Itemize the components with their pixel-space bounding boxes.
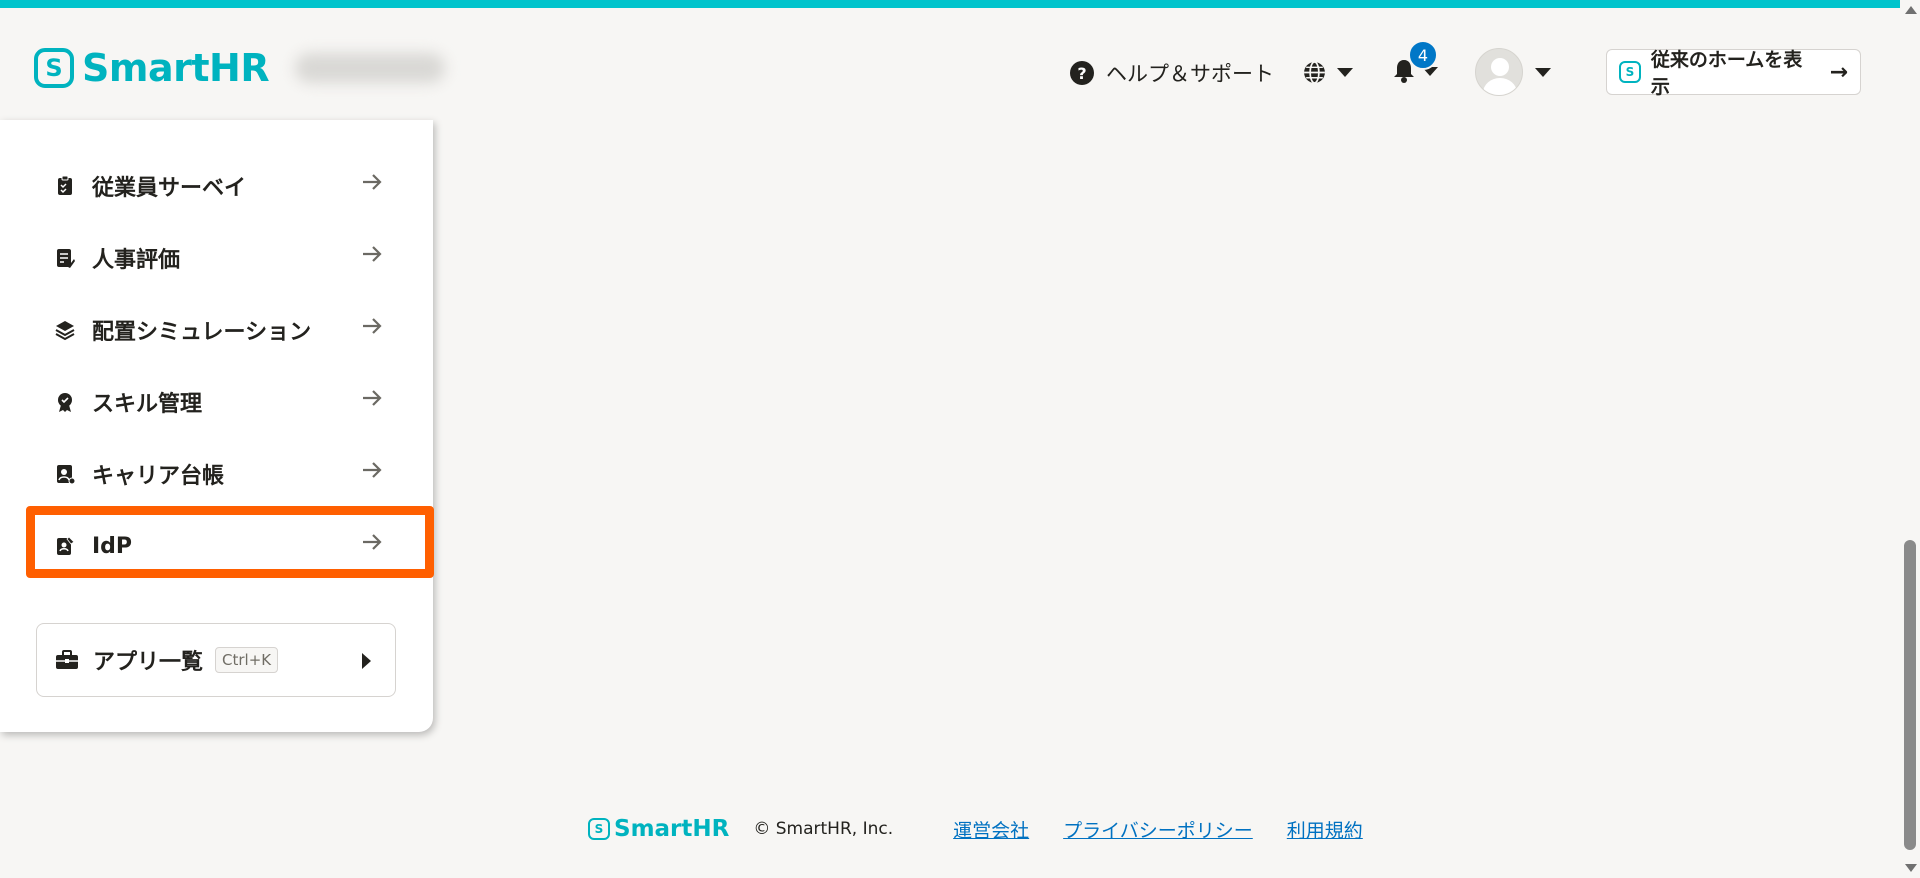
legacy-home-button[interactable]: S 従来のホームを表示 → <box>1606 49 1861 98</box>
legacy-home-label: 従来のホームを表示 <box>1650 49 1803 98</box>
survey-icon <box>58 175 72 195</box>
scrollbar-thumb[interactable] <box>1904 540 1916 850</box>
page-footer: S SmartHR © SmartHR, Inc. 運営会社 プライバシーポリシ… <box>588 814 1363 844</box>
arrow-right-icon <box>363 318 382 334</box>
top-accent-bar <box>0 0 1920 8</box>
footer-link-company[interactable]: 運営会社 <box>953 816 1029 843</box>
smarthr-logo-mark-icon: S <box>34 48 74 88</box>
footer-link-terms[interactable]: 利用規約 <box>1287 816 1363 843</box>
arrow-right-icon <box>363 462 382 478</box>
footer-links: 運営会社 プライバシーポリシー 利用規約 <box>953 816 1363 843</box>
menu-item-career-ledger[interactable]: キャリア台帳 <box>24 438 424 510</box>
language-menu-button[interactable] <box>1302 60 1353 85</box>
vertical-scrollbar[interactable] <box>1900 0 1920 878</box>
footer-logo: S SmartHR <box>588 816 729 842</box>
menu-item-employee-survey[interactable]: 従業員サーベイ <box>24 150 424 222</box>
scroll-down-arrow-icon[interactable] <box>1905 864 1917 872</box>
global-header: S SmartHR ? ヘルプ＆サポート 4 S 従来のホームを表示 → <box>0 8 1900 120</box>
footer-logo-text: SmartHR <box>614 816 730 842</box>
scroll-up-arrow-icon[interactable] <box>1905 6 1917 14</box>
skill-icon <box>58 393 72 412</box>
user-menu-button[interactable] <box>1475 48 1551 96</box>
question-circle-icon: ? <box>1070 61 1094 85</box>
smarthr-mini-logo-icon: S <box>588 818 610 840</box>
evaluation-icon <box>57 249 75 268</box>
menu-item-label: 人事評価 <box>92 248 181 273</box>
arrow-right-icon <box>363 174 382 190</box>
menu-item-skill-management[interactable]: スキル管理 <box>24 366 424 438</box>
toolbox-icon <box>56 650 78 669</box>
app-launcher-panel: 従業員サーベイ 人事評価 配置シミュレーション スキル管理 キャリア台帳 IdP… <box>0 120 434 732</box>
placement-icon <box>55 321 75 341</box>
arrow-right-icon <box>363 246 382 262</box>
caret-right-icon <box>362 653 371 669</box>
smarthr-logo[interactable]: S SmartHR <box>34 46 446 90</box>
chevron-down-icon <box>1337 68 1353 77</box>
arrow-right-icon: → <box>1829 59 1848 85</box>
chevron-down-icon <box>1535 67 1551 77</box>
globe-icon <box>1304 61 1325 84</box>
menu-item-hr-evaluation[interactable]: 人事評価 <box>24 222 424 294</box>
app-list-label: アプリ一覧 <box>93 650 204 675</box>
footer-link-privacy-policy[interactable]: プライバシーポリシー <box>1063 816 1253 843</box>
smarthr-mini-logo-icon: S <box>1619 61 1641 83</box>
career-icon <box>57 465 76 485</box>
keyboard-shortcut-badge: Ctrl+K <box>215 647 279 673</box>
notification-count-badge: 4 <box>1408 40 1438 70</box>
help-support-link[interactable]: ? ヘルプ＆サポート <box>1070 58 1274 88</box>
highlight-box <box>26 506 434 578</box>
menu-item-placement-simulation[interactable]: 配置シミュレーション <box>24 294 424 366</box>
help-support-label: ヘルプ＆サポート <box>1106 62 1274 86</box>
menu-item-label: スキル管理 <box>92 392 203 417</box>
app-list-button[interactable]: アプリ一覧 Ctrl+K <box>36 623 396 697</box>
avatar <box>1475 48 1523 96</box>
menu-item-label: 従業員サーベイ <box>92 176 247 201</box>
tenant-name-blurred <box>295 53 446 83</box>
smarthr-logo-text: SmartHR <box>82 46 270 90</box>
menu-item-label: キャリア台帳 <box>92 464 225 489</box>
copyright-text: © SmartHR, Inc. <box>753 819 894 839</box>
menu-item-label: 配置シミュレーション <box>92 320 312 345</box>
arrow-right-icon <box>363 390 382 406</box>
